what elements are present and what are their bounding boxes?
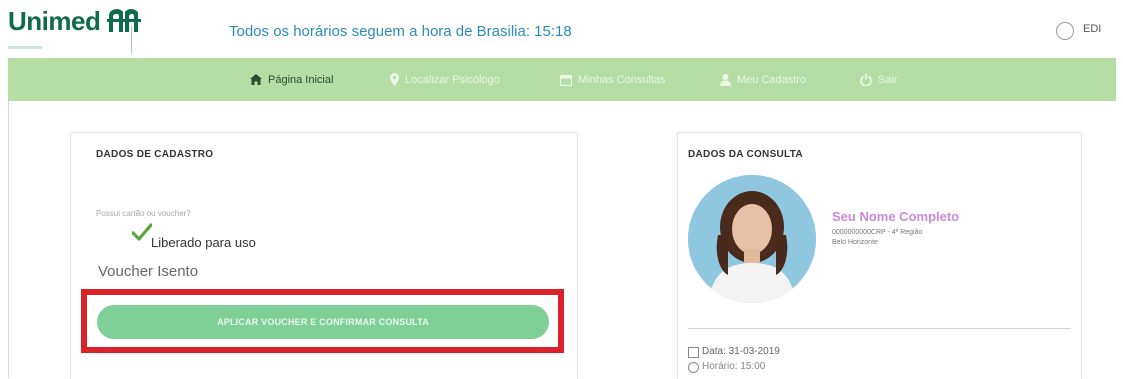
checkmark-icon — [132, 223, 152, 241]
logo-subtext — [8, 46, 42, 49]
timezone-notice: Todos os horários seguem a hora de Brasi… — [229, 23, 572, 40]
nav-label: Meu Cadastro — [737, 73, 807, 86]
consulta-card: DADOS DA CONSULTA Seu Nome Completo 0000… — [677, 132, 1082, 379]
unimed-logo[interactable]: Unimed — [8, 6, 142, 50]
voucher-question: Possui cartão ou voucher? — [96, 209, 191, 218]
voucher-status: Liberado para uso — [151, 235, 256, 250]
avatar — [688, 175, 816, 303]
logo-divider — [131, 26, 132, 54]
power-icon — [860, 73, 872, 86]
nav-item-home[interactable]: Página Inicial — [250, 58, 333, 101]
home-icon — [250, 74, 262, 85]
page-frame-line — [8, 101, 9, 378]
calendar-icon — [560, 74, 572, 86]
divider — [688, 328, 1071, 329]
apply-voucher-button[interactable]: APLICAR VOUCHER E CONFIRMAR CONSULTA — [97, 305, 549, 339]
nav-item-localizar[interactable]: Localizar Psicólogo — [390, 58, 500, 101]
nav-item-sair[interactable]: Sair — [860, 58, 898, 101]
main-nav: Página Inicial Localizar Psicólogo Minha… — [8, 58, 1116, 101]
nav-label: Sair — [878, 73, 898, 86]
user-icon — [720, 73, 731, 86]
consulta-title: DADOS DA CONSULTA — [688, 149, 803, 160]
nav-item-consultas[interactable]: Minhas Consultas — [560, 58, 665, 101]
edit-link[interactable]: EDI — [1083, 23, 1101, 35]
nav-item-cadastro[interactable]: Meu Cadastro — [720, 58, 806, 101]
edit-icon[interactable] — [1056, 22, 1074, 40]
header: Unimed Todos os horários seguem a hora d… — [0, 0, 1123, 56]
nav-label: Página Inicial — [268, 73, 334, 86]
unimed-emblem-icon — [106, 6, 142, 36]
psychologist-city: Belo Horizonte — [832, 239, 878, 246]
consulta-hour: Horário: 15:00 — [702, 361, 766, 372]
logo-text: Unimed — [8, 6, 101, 36]
nav-label: Minhas Consultas — [578, 73, 666, 86]
psychologist-crp: 0000000000CRP - 4ª Região — [832, 229, 923, 236]
nav-label: Localizar Psicólogo — [405, 73, 500, 86]
voucher-type: Voucher Isento — [98, 263, 199, 280]
consulta-date: Data: 31-03-2019 — [702, 346, 780, 357]
cadastro-title: DADOS DE CADASTRO — [96, 149, 214, 160]
calendar-icon — [688, 347, 699, 358]
psychologist-name: Seu Nome Completo — [832, 209, 960, 224]
clock-icon — [688, 362, 699, 373]
map-pin-icon — [390, 73, 399, 86]
